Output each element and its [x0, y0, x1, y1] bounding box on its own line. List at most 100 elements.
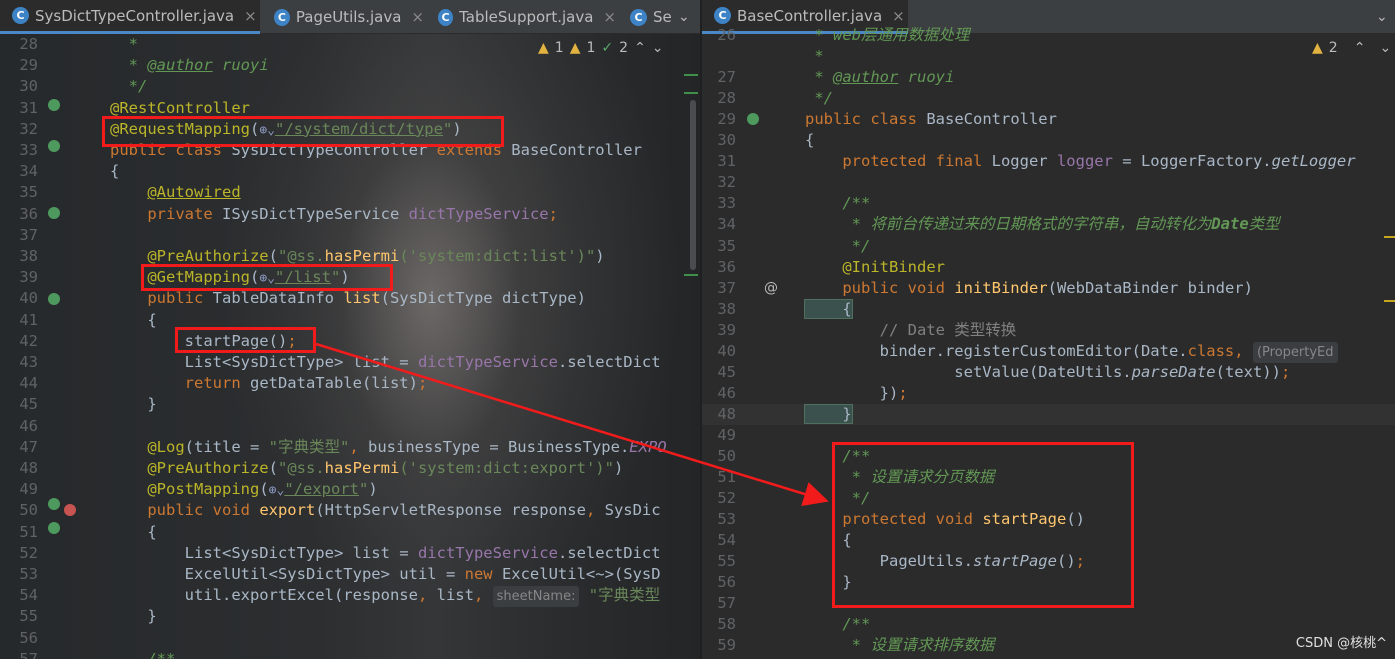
- tab-sysdicttypecontroller[interactable]: C SysDictTypeController.java ×: [0, 0, 260, 34]
- code-line[interactable]: 29 * @author ruoyi: [0, 55, 700, 76]
- code-text[interactable]: binder.registerCustomEditor(Date.class, …: [805, 341, 1338, 363]
- code-line[interactable]: 30 {: [702, 130, 1395, 151]
- tab-tablesupport[interactable]: C TableSupport.java ×: [426, 0, 616, 34]
- code-text[interactable]: {: [804, 298, 853, 320]
- code-text[interactable]: * @author ruoyi: [805, 67, 954, 88]
- code-text[interactable]: * @author ruoyi: [110, 55, 269, 76]
- code-line[interactable]: 47 @Log(title = "字典类型", businessType = B…: [0, 437, 700, 458]
- right-editor-pane[interactable]: C BaseController.java × ⌄ ▲ 2 ⌃ ⌄ 26 * we…: [702, 0, 1395, 659]
- code-line[interactable]: 36 private ISysDictTypeService dictTypeS…: [0, 204, 700, 225]
- bean-gutter-icon[interactable]: [48, 99, 60, 111]
- tab-se[interactable]: C Se: [618, 0, 676, 34]
- code-text[interactable]: * 设置请求排序数据: [805, 635, 995, 656]
- code-text[interactable]: *: [805, 46, 823, 67]
- code-line[interactable]: 57 /**: [0, 649, 700, 659]
- code-text[interactable]: // Date 类型转换: [805, 320, 1017, 341]
- code-line[interactable]: 27 * @author ruoyi: [702, 67, 1395, 88]
- code-line[interactable]: 38 {: [702, 298, 1395, 320]
- code-line[interactable]: 44 return getDataTable(list);: [0, 373, 700, 394]
- tab-pageutils[interactable]: C PageUtils.java ×: [262, 0, 424, 34]
- close-icon[interactable]: ×: [244, 7, 257, 25]
- code-line[interactable]: 43 List<SysDictType> list = dictTypeServ…: [0, 352, 700, 373]
- code-text[interactable]: return getDataTable(list);: [110, 373, 428, 394]
- code-line[interactable]: 31 protected final Logger logger = Logge…: [702, 151, 1395, 172]
- code-text[interactable]: {: [805, 130, 814, 151]
- code-text[interactable]: public TableDataInfo list(SysDictType di…: [110, 288, 586, 309]
- code-line[interactable]: 37: [0, 225, 700, 246]
- code-line[interactable]: 33 /**: [702, 193, 1395, 214]
- code-line[interactable]: 48 }: [702, 403, 1395, 425]
- code-line[interactable]: 51 {: [0, 522, 700, 543]
- code-text[interactable]: */: [805, 236, 871, 257]
- code-line[interactable]: 58 /**: [702, 614, 1395, 635]
- bean-gutter-icon[interactable]: [48, 207, 60, 219]
- code-text[interactable]: }: [110, 394, 156, 415]
- code-text[interactable]: {: [110, 522, 156, 543]
- code-text[interactable]: */: [110, 76, 148, 97]
- code-text[interactable]: @PreAuthorize("@ss.hasPermi('system:dict…: [110, 458, 623, 479]
- code-line[interactable]: 42 startPage();: [0, 331, 700, 352]
- code-line[interactable]: 26 * web层通用数据处理: [702, 25, 1395, 46]
- code-text[interactable]: public void export(HttpServletResponse r…: [110, 500, 660, 521]
- code-line[interactable]: 55 }: [0, 606, 700, 627]
- code-line[interactable]: *: [702, 46, 1395, 67]
- code-line[interactable]: 40 public TableDataInfo list(SysDictType…: [0, 288, 700, 309]
- code-line[interactable]: 37 public void initBinder(WebDataBinder …: [702, 278, 1395, 299]
- mapping-gutter-icon[interactable]: [64, 504, 76, 516]
- code-text[interactable]: */: [805, 88, 833, 109]
- code-line[interactable]: 39 // Date 类型转换: [702, 320, 1395, 341]
- code-text[interactable]: /**: [805, 614, 870, 635]
- code-text[interactable]: List<SysDictType> list = dictTypeService…: [110, 352, 661, 373]
- code-text[interactable]: }: [804, 403, 853, 425]
- code-text[interactable]: }: [110, 606, 156, 627]
- code-line[interactable]: 34 {: [0, 161, 700, 182]
- close-icon[interactable]: ×: [603, 8, 616, 26]
- code-line[interactable]: 45 setValue(DateUtils.parseDate(text));: [702, 362, 1395, 383]
- code-line[interactable]: 35 */: [702, 236, 1395, 257]
- code-text[interactable]: @InitBinder: [805, 257, 945, 278]
- code-line[interactable]: 34 * 将前台传递过来的日期格式的字符串，自动转化为Date类型: [702, 214, 1395, 235]
- chevron-down-icon[interactable]: ⌄: [678, 0, 690, 34]
- code-text[interactable]: private ISysDictTypeService dictTypeServ…: [110, 204, 558, 225]
- code-line[interactable]: 59 * 设置请求排序数据: [702, 635, 1395, 656]
- bean-gutter-icon[interactable]: [48, 293, 60, 305]
- code-text[interactable]: /**: [110, 649, 175, 659]
- code-text[interactable]: @Log(title = "字典类型", businessType = Busi…: [110, 437, 666, 458]
- code-line[interactable]: 40 binder.registerCustomEditor(Date.clas…: [702, 341, 1395, 363]
- code-line[interactable]: 50 public void export(HttpServletRespons…: [0, 500, 700, 521]
- bean-gutter-icon[interactable]: [747, 113, 759, 125]
- bean-gutter-icon[interactable]: [48, 140, 60, 152]
- code-text[interactable]: {: [110, 161, 119, 182]
- left-editor-pane[interactable]: C SysDictTypeController.java × C PageUti…: [0, 0, 700, 659]
- code-text[interactable]: * 将前台传递过来的日期格式的字符串，自动转化为Date类型: [805, 214, 1280, 235]
- code-text[interactable]: });: [805, 383, 908, 404]
- code-line[interactable]: 46: [0, 416, 700, 437]
- close-icon[interactable]: ×: [892, 7, 905, 25]
- bean-gutter-icon[interactable]: [48, 522, 60, 534]
- code-line[interactable]: 56: [0, 628, 700, 649]
- code-text[interactable]: {: [110, 310, 156, 331]
- code-line[interactable]: 52 List<SysDictType> list = dictTypeServ…: [0, 543, 700, 564]
- code-text[interactable]: ExcelUtil<SysDictType> util = new ExcelU…: [110, 564, 661, 585]
- code-text[interactable]: setValue(DateUtils.parseDate(text));: [805, 362, 1290, 383]
- code-line[interactable]: 32: [702, 172, 1395, 193]
- code-line[interactable]: 49 @PostMapping(⊕⌄"/export"): [0, 479, 700, 500]
- bean-gutter-icon[interactable]: [48, 498, 60, 510]
- close-icon[interactable]: ×: [411, 8, 424, 26]
- code-text[interactable]: @Autowired: [110, 182, 240, 203]
- code-line[interactable]: 54 util.exportExcel(response, list, shee…: [0, 585, 700, 608]
- code-line[interactable]: 35 @Autowired: [0, 182, 700, 203]
- annotation-gutter-icon[interactable]: @: [764, 280, 778, 296]
- code-line[interactable]: 29 public class BaseController: [702, 109, 1395, 130]
- code-text[interactable]: * web层通用数据处理: [805, 25, 969, 46]
- code-text[interactable]: util.exportExcel(response, list, sheetNa…: [110, 585, 660, 608]
- code-line[interactable]: 41 {: [0, 310, 700, 331]
- code-text[interactable]: *: [110, 34, 138, 55]
- code-line[interactable]: 28 */: [702, 88, 1395, 109]
- code-line[interactable]: 28 *: [0, 34, 700, 55]
- code-text[interactable]: /**: [805, 193, 870, 214]
- code-line[interactable]: 45 }: [0, 394, 700, 415]
- code-text[interactable]: public class BaseController: [805, 109, 1057, 130]
- code-text[interactable]: protected final Logger logger = LoggerFa…: [805, 151, 1355, 172]
- code-text[interactable]: @PostMapping(⊕⌄"/export"): [110, 479, 377, 501]
